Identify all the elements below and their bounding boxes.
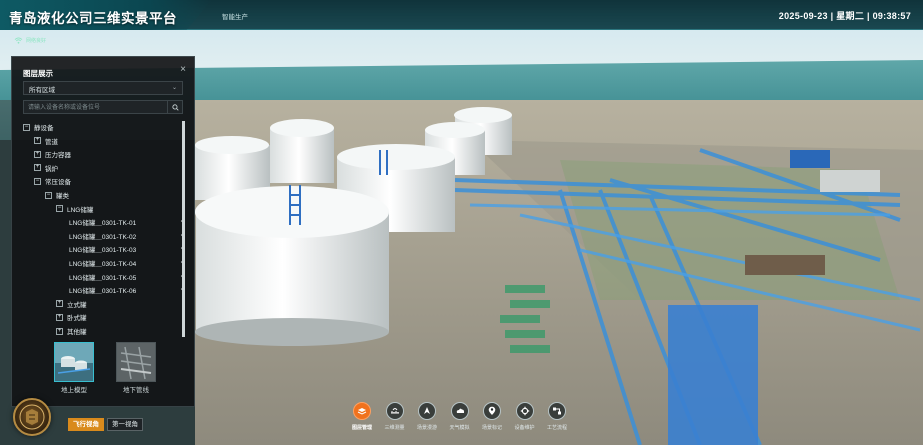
tree-node-label: LNG储罐＿0301-TK-03 <box>69 247 137 255</box>
search-box <box>23 100 183 114</box>
tree-node-label: LNG储罐＿0301-TK-02 <box>69 233 137 241</box>
thumbnail-ground-model[interactable] <box>54 342 94 382</box>
measure-icon <box>385 402 404 420</box>
tree-node[interactable]: − 罐类 <box>45 189 69 201</box>
region-select-value: 所有区域 <box>29 87 55 94</box>
expand-icon[interactable]: + <box>56 300 63 308</box>
tree-node[interactable]: − 常压设备 <box>34 175 71 187</box>
tree-leaf[interactable]: LNG储罐＿0301-TK-05 <box>69 271 185 283</box>
tree-node-label: LNG储罐 <box>67 206 94 214</box>
tree-node[interactable]: + 立式罐 <box>56 298 87 310</box>
process-icon <box>548 402 566 420</box>
tree-leaf[interactable]: LNG储罐＿0301-TK-06 <box>69 284 185 296</box>
tree-node-label: LNG储罐＿0301-TK-05 <box>69 274 137 282</box>
datetime-display: 2025-09-23 | 星期二 | 09:38:57 <box>778 11 911 21</box>
toolbar-button-label: 工艺流程 <box>546 425 567 431</box>
toolbar-button-label: 设备维护 <box>514 425 535 431</box>
tree-node-label: 其他罐 <box>67 329 87 336</box>
toolbar-button[interactable]: 工艺流程 <box>540 402 574 431</box>
network-status-label: 网络良好 <box>26 38 47 44</box>
toolbar-button[interactable]: 设备维护 <box>508 402 542 431</box>
tree-node-label: 立式罐 <box>67 301 87 309</box>
fly-view-button[interactable]: 飞行视角 <box>68 418 104 431</box>
tree-node-label: LNG储罐＿0301-TK-01 <box>69 220 137 228</box>
layers-icon <box>353 402 371 420</box>
wifi-icon <box>14 37 23 44</box>
tree-node-label: 压力容器 <box>45 152 71 160</box>
layer-tree: − 静设备 + 管道 + 压力容器 + 锅炉 − 常压设备 − 罐类 − LNG储罐 LNG储罐＿0301-… <box>23 121 185 339</box>
tree-node[interactable]: + 管道 <box>34 135 58 147</box>
toolbar-button-label: 天气模拟 <box>449 425 470 431</box>
toolbar-button-label: 图层管理 <box>351 425 372 431</box>
toolbar-button[interactable]: 天气模拟 <box>443 402 477 431</box>
first-person-view-button[interactable]: 第一视角 <box>107 418 143 431</box>
emblem-icon <box>19 404 45 430</box>
tree-node-label: 罐类 <box>56 193 69 200</box>
scrollbar-thumb[interactable] <box>182 121 185 337</box>
tree-leaf[interactable]: LNG储罐＿0301-TK-03 <box>69 243 185 255</box>
expand-icon[interactable]: + <box>56 327 63 335</box>
tree-node[interactable]: − LNG储罐 <box>56 203 93 215</box>
cloud-icon <box>450 402 469 420</box>
tree-node-label: 静设备 <box>34 125 54 132</box>
bottom-toolbar: 图层管理 三维测量 场景漫游 天气模拟 场景标记 设备维护 工艺流程 <box>345 402 585 442</box>
marker-icon <box>483 402 501 420</box>
tree-node[interactable]: + 压力容器 <box>34 148 71 160</box>
collapse-icon[interactable]: − <box>56 205 63 213</box>
layer-panel: 图层展示 × 所有区域 ⌄ −静设备+管道+压力容器+锅炉−常压设备−罐类−LN… <box>11 56 195 407</box>
tree-node[interactable]: + 其他罐 <box>56 325 87 337</box>
toolbar-button-label: 三维测量 <box>384 425 405 431</box>
toolbar-button[interactable]: 图层管理 <box>345 402 379 431</box>
nav-tab-smart-production[interactable]: 智能生产 <box>222 11 248 21</box>
navigate-icon <box>418 402 436 420</box>
tree-scrollbar[interactable] <box>182 121 185 337</box>
search-button[interactable] <box>167 101 182 113</box>
tree-node-label: 管道 <box>45 138 58 146</box>
expand-icon[interactable]: + <box>56 313 63 321</box>
expand-icon[interactable]: + <box>34 164 41 172</box>
close-icon[interactable]: × <box>180 64 186 75</box>
region-select[interactable]: 所有区域 ⌄ <box>23 81 183 95</box>
tree-node-label: 卧式罐 <box>67 315 87 323</box>
thumbnail-ground-model-label: 地上模型 <box>61 387 87 394</box>
tree-leaf[interactable]: LNG储罐＿0301-TK-01 <box>69 216 185 228</box>
company-emblem[interactable] <box>13 398 51 436</box>
top-header-bar: 青岛液化公司三维实景平台 智能生产 2025-09-23 | 星期二 | 09:… <box>0 0 923 30</box>
toolbar-button-label: 场景标记 <box>481 425 502 431</box>
search-icon <box>171 103 179 111</box>
tree-node-label: LNG储罐＿0301-TK-06 <box>69 288 137 296</box>
tree-node-label: 常压设备 <box>45 179 71 187</box>
thumbnail-underground-pipes[interactable] <box>116 342 156 382</box>
tree-node-label: 锅炉 <box>45 165 58 173</box>
panel-title: 图层展示 <box>23 69 53 78</box>
gear-icon <box>515 402 534 420</box>
ground-model-image <box>55 343 93 381</box>
underground-pipes-image <box>117 343 155 381</box>
collapse-icon[interactable]: − <box>45 191 52 199</box>
tree-leaf[interactable]: LNG储罐＿0301-TK-02 <box>69 230 185 242</box>
thumbnail-underground-pipes-label: 地下管线 <box>123 387 149 394</box>
collapse-icon[interactable]: − <box>23 123 30 131</box>
search-input[interactable] <box>28 103 162 112</box>
network-status: 网络良好 <box>14 37 46 44</box>
toolbar-button[interactable]: 场景标记 <box>475 402 509 431</box>
tree-node-label: LNG储罐＿0301-TK-04 <box>69 261 137 268</box>
toolbar-button-label: 场景漫游 <box>416 425 437 431</box>
chevron-down-icon: ⌄ <box>171 85 177 91</box>
tree-node[interactable]: − 静设备 <box>23 121 54 133</box>
tree-node[interactable]: + 卧式罐 <box>56 311 87 323</box>
expand-icon[interactable]: + <box>34 137 41 145</box>
app-title: 青岛液化公司三维实景平台 <box>9 11 177 26</box>
toolbar-button[interactable]: 场景漫游 <box>410 402 444 431</box>
expand-icon[interactable]: + <box>34 150 41 158</box>
toolbar-button[interactable]: 三维测量 <box>378 402 412 431</box>
collapse-icon[interactable]: − <box>34 177 41 185</box>
tree-node[interactable]: + 锅炉 <box>34 162 58 174</box>
tree-leaf[interactable]: LNG储罐＿0301-TK-04 <box>69 257 185 269</box>
